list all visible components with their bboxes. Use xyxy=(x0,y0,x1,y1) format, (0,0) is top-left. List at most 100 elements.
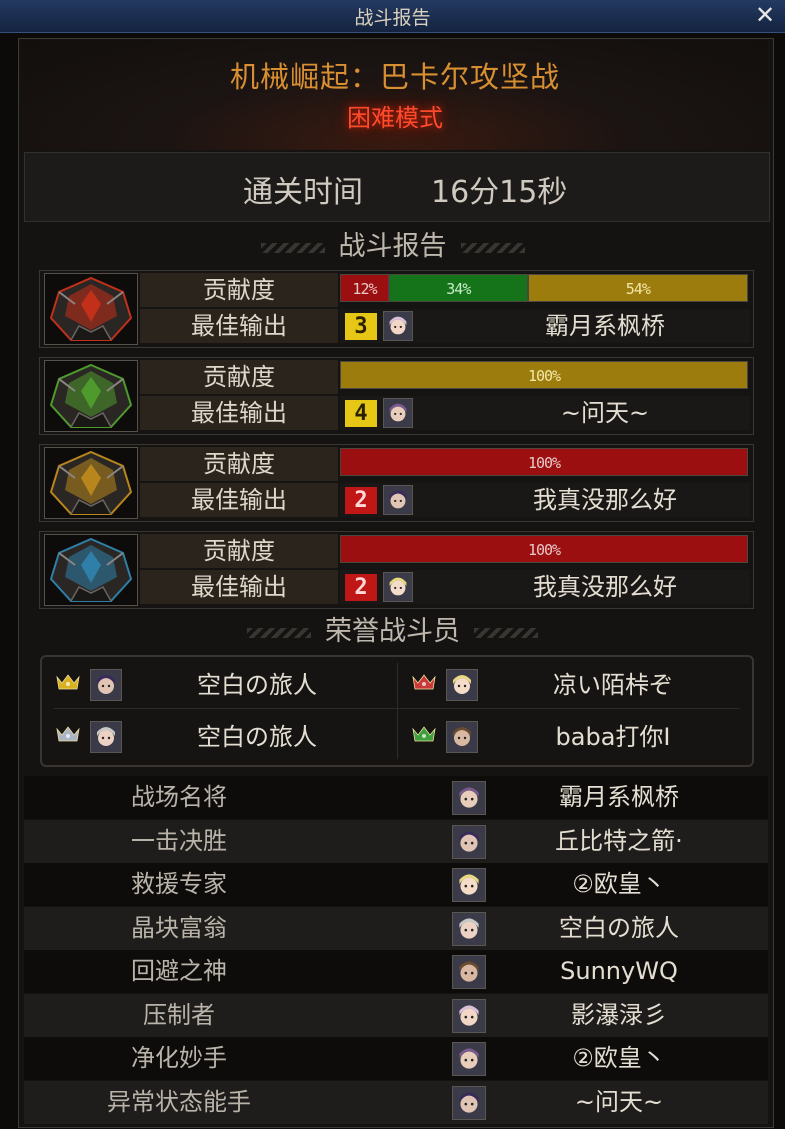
close-icon[interactable]: ✕ xyxy=(753,2,777,28)
player-name[interactable]: SunnyWQ xyxy=(494,950,744,993)
ornament-right xyxy=(474,627,538,638)
award-row: 压制者 影瀑渌彡 xyxy=(24,993,768,1037)
boss-card: 贡献度 最佳输出 12% 34% 54% 3 霸月系枫桥 xyxy=(39,270,754,348)
window-title: 战斗报告 xyxy=(354,7,431,29)
ornament-left xyxy=(247,627,311,638)
honor-section-label: 荣誉战斗员 xyxy=(325,616,460,647)
best-damage-label: 最佳输出 xyxy=(140,396,338,430)
blue-boss-helm-icon xyxy=(44,534,138,606)
award-title: 晶块富翁 xyxy=(131,913,227,942)
award-row: 晶块富翁 空白の旅人 xyxy=(24,906,768,950)
award-row: 回避之神 SunnyWQ xyxy=(24,950,768,993)
player-avatar xyxy=(452,824,486,859)
player-name[interactable]: 空白の旅人 xyxy=(132,713,382,761)
player-avatar xyxy=(446,669,478,701)
player-name[interactable]: ②欧皇丶 xyxy=(494,1037,744,1080)
report-section-title: 战斗报告 xyxy=(0,224,785,263)
ornament-left xyxy=(260,242,325,253)
player-avatar xyxy=(383,485,413,515)
player-avatar xyxy=(383,311,413,341)
green-crown-icon xyxy=(412,725,436,743)
contribution-bar: 100% xyxy=(340,448,748,478)
contribution-segment: 100% xyxy=(340,361,748,389)
player-name[interactable]: ~问天~ xyxy=(460,396,750,430)
player-name[interactable]: 空白の旅人 xyxy=(494,907,744,950)
contribution-label: 贡献度 xyxy=(140,360,338,394)
player-name[interactable]: 我真没那么好 xyxy=(460,570,750,604)
boss-card: 贡献度 最佳输出 100% 2 我真没那么好 xyxy=(39,444,754,522)
contribution-segment: 100% xyxy=(340,535,748,563)
player-avatar xyxy=(452,868,486,902)
award-row: 救援专家 ②欧皇丶 xyxy=(24,863,768,906)
contribution-label: 贡献度 xyxy=(140,534,338,568)
contribution-segment: 100% xyxy=(340,448,748,476)
award-row: 异常状态能手 ~问天~ xyxy=(24,1080,768,1124)
player-avatar xyxy=(452,911,486,946)
contribution-segment: 54% xyxy=(527,274,748,302)
player-avatar xyxy=(383,398,413,428)
player-name[interactable]: ②欧皇丶 xyxy=(494,863,744,906)
contribution-bar: 12% 34% 54% xyxy=(340,274,748,304)
rank-badge: 4 xyxy=(345,400,377,427)
clear-time-box: 通关时间 16分15秒 xyxy=(24,152,770,222)
award-row: 一击决胜 丘比特之箭· xyxy=(24,819,768,863)
green-boss-helm-icon xyxy=(44,360,138,432)
awards-table: 战场名将 霸月系枫桥 一击决胜 丘比特之箭· 救援专家 ②欧皇丶 晶块富翁 空白の旅人… xyxy=(24,776,768,1126)
player-name[interactable]: 凉い陌桛ぞ xyxy=(488,661,738,709)
best-damage-row: 2 我真没那么好 xyxy=(340,570,750,604)
player-avatar xyxy=(452,781,486,815)
honor-player: baba打你I xyxy=(398,713,738,761)
player-name[interactable]: 霸月系枫桥 xyxy=(460,309,750,343)
player-avatar xyxy=(90,669,122,701)
honor-player: 凉い陌桛ぞ xyxy=(398,661,738,709)
title-bar: 战斗报告 ✕ xyxy=(0,0,785,33)
award-title: 回避之神 xyxy=(131,957,227,985)
award-title: 净化妙手 xyxy=(131,1044,227,1072)
player-avatar xyxy=(383,572,413,602)
contribution-label: 贡献度 xyxy=(140,273,338,307)
player-name[interactable]: 我真没那么好 xyxy=(460,483,750,517)
player-name[interactable]: 空白の旅人 xyxy=(132,661,382,709)
award-title: 救援专家 xyxy=(131,870,227,898)
contribution-label: 贡献度 xyxy=(140,447,338,481)
clear-time-value: 16分15秒 xyxy=(431,175,568,210)
award-row: 净化妙手 ②欧皇丶 xyxy=(24,1037,768,1080)
award-title: 压制者 xyxy=(143,1000,215,1029)
player-avatar xyxy=(90,721,122,753)
dungeon-name: 机械崛起：巴卡尔攻坚战 xyxy=(229,60,560,94)
player-name[interactable]: 丘比特之箭· xyxy=(494,820,744,863)
contribution-segment: 12% xyxy=(340,274,389,302)
ornament-right xyxy=(460,242,525,253)
player-avatar xyxy=(452,1085,486,1120)
contribution-segment: 34% xyxy=(388,274,528,302)
rank-badge: 2 xyxy=(345,487,377,514)
award-title: 异常状态能手 xyxy=(107,1087,251,1116)
gold-boss-helm-icon xyxy=(44,447,138,519)
player-avatar xyxy=(446,721,478,753)
award-row: 战场名将 霸月系枫桥 xyxy=(24,776,768,819)
clear-time-label: 通关时间 xyxy=(243,175,363,210)
boss-card: 贡献度 最佳输出 100% 2 我真没那么好 xyxy=(39,531,754,609)
honor-players-box: 空白の旅人 凉い陌桛ぞ 空白の旅人 baba打你I xyxy=(40,655,754,767)
award-title: 一击决胜 xyxy=(131,826,227,855)
best-damage-label: 最佳输出 xyxy=(140,483,338,517)
best-damage-row: 3 霸月系枫桥 xyxy=(340,309,750,343)
gold-crown-icon xyxy=(56,673,80,691)
best-damage-row: 4 ~问天~ xyxy=(340,396,750,430)
contribution-bar: 100% xyxy=(340,361,748,391)
player-avatar xyxy=(452,955,486,989)
player-name[interactable]: baba打你I xyxy=(488,713,738,761)
contribution-bar: 100% xyxy=(340,535,748,565)
player-avatar xyxy=(452,1042,486,1076)
boss-card: 贡献度 最佳输出 100% 4 ~问天~ xyxy=(39,357,754,435)
award-title: 战场名将 xyxy=(131,783,227,811)
honor-player: 空白の旅人 xyxy=(42,661,382,709)
honor-section-title: 荣誉战斗员 xyxy=(0,609,785,648)
best-damage-label: 最佳输出 xyxy=(140,309,338,343)
report-section-label: 战斗报告 xyxy=(338,231,447,262)
player-name[interactable]: 影瀑渌彡 xyxy=(494,994,744,1037)
player-name[interactable]: 霸月系枫桥 xyxy=(494,776,744,819)
honor-player: 空白の旅人 xyxy=(42,713,382,761)
player-name[interactable]: ~问天~ xyxy=(494,1081,744,1124)
red-crown-icon xyxy=(412,673,436,691)
